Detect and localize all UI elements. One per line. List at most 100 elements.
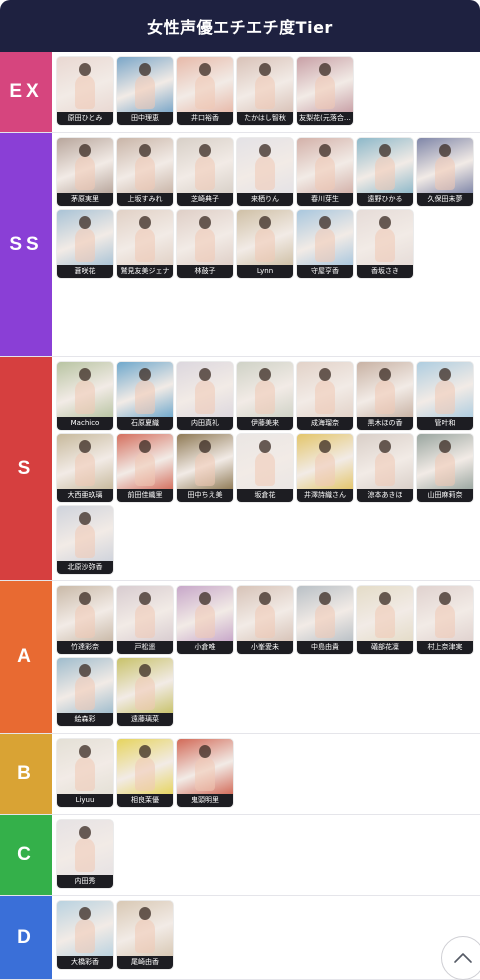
voice-actress-name: 来栖りん — [237, 193, 293, 206]
portrait-figure-head — [79, 368, 91, 381]
portrait-figure-head — [139, 63, 151, 76]
portrait-figure-head — [139, 368, 151, 381]
voice-actress-card[interactable]: 内田秀 — [57, 820, 113, 888]
portrait-figure-body — [375, 380, 395, 414]
voice-actress-card[interactable]: 芝崎典子 — [177, 138, 233, 206]
portrait-figure-body — [195, 452, 215, 486]
portrait-figure-head — [379, 440, 391, 453]
portrait-figure-head — [79, 826, 91, 839]
voice-actress-card[interactable]: 蒼咲花 — [57, 210, 113, 278]
portrait-figure-head — [79, 512, 91, 525]
portrait-figure-body — [375, 452, 395, 486]
portrait-figure-body — [75, 452, 95, 486]
portrait-image — [117, 658, 173, 714]
voice-actress-card[interactable]: 茅原実里 — [57, 138, 113, 206]
scroll-to-top-button[interactable] — [441, 936, 480, 980]
portrait-figure-head — [79, 745, 91, 758]
portrait-figure-body — [435, 156, 455, 190]
voice-actress-card[interactable]: たかはし智秋 — [237, 57, 293, 125]
voice-actress-card[interactable]: 前田佳織里 — [117, 434, 173, 502]
voice-actress-card[interactable]: 久保田未夢 — [417, 138, 473, 206]
voice-actress-card[interactable]: Lynn — [237, 210, 293, 278]
voice-actress-card[interactable]: 石原夏織 — [117, 362, 173, 430]
voice-actress-card[interactable]: 小倉唯 — [177, 586, 233, 654]
tier-items: Liyuu 相良茉優 鬼頭明里 — [52, 734, 480, 814]
voice-actress-card[interactable]: 井澤詩織さん — [297, 434, 353, 502]
voice-actress-card[interactable]: 来栖りん — [237, 138, 293, 206]
voice-actress-card[interactable]: 友梨花(元落合… — [297, 57, 353, 125]
voice-actress-card[interactable]: 春川芽生 — [297, 138, 353, 206]
portrait-figure-body — [255, 75, 275, 109]
voice-actress-name: 礒部花凜 — [357, 641, 413, 654]
voice-actress-name: 田中理恵 — [117, 112, 173, 125]
voice-actress-card[interactable]: 中島由貴 — [297, 586, 353, 654]
voice-actress-name: Lynn — [237, 265, 293, 278]
voice-actress-card[interactable]: 田中理恵 — [117, 57, 173, 125]
voice-actress-card[interactable]: 村上奈津実 — [417, 586, 473, 654]
voice-actress-card[interactable]: 井口裕香 — [177, 57, 233, 125]
voice-actress-card[interactable]: Liyuu — [57, 739, 113, 807]
portrait-image — [57, 138, 113, 194]
portrait-image — [117, 57, 173, 113]
voice-actress-card[interactable]: 内田真礼 — [177, 362, 233, 430]
portrait-figure-body — [135, 676, 155, 710]
portrait-figure-head — [319, 592, 331, 605]
voice-actress-card[interactable]: Machico — [57, 362, 113, 430]
voice-actress-card[interactable]: 香坂さき — [357, 210, 413, 278]
voice-actress-card[interactable]: 涼本あきほ — [357, 434, 413, 502]
voice-actress-card[interactable]: 管叶和 — [417, 362, 473, 430]
voice-actress-name: 井口裕香 — [177, 112, 233, 125]
portrait-figure-body — [135, 228, 155, 262]
portrait-figure-body — [315, 75, 335, 109]
portrait-image — [117, 210, 173, 266]
voice-actress-card[interactable]: 北原沙弥香 — [57, 506, 113, 574]
voice-actress-card[interactable]: 成海瑠奈 — [297, 362, 353, 430]
portrait-image — [177, 434, 233, 490]
tier-items: 内田秀 — [52, 815, 480, 895]
voice-actress-name: 春川芽生 — [297, 193, 353, 206]
voice-actress-card[interactable]: 坂倉花 — [237, 434, 293, 502]
voice-actress-card[interactable]: 尾崎由香 — [117, 901, 173, 969]
voice-actress-card[interactable]: 原田ひとみ — [57, 57, 113, 125]
voice-actress-card[interactable]: 黒木ほの香 — [357, 362, 413, 430]
voice-actress-card[interactable]: 山田麻莉奈 — [417, 434, 473, 502]
voice-actress-card[interactable]: 相良茉優 — [117, 739, 173, 807]
voice-actress-card[interactable]: 小峯愛未 — [237, 586, 293, 654]
portrait-image — [57, 586, 113, 642]
portrait-figure-head — [79, 907, 91, 920]
portrait-figure-head — [439, 592, 451, 605]
voice-actress-card[interactable]: 絵森彩 — [57, 658, 113, 726]
voice-actress-name: 竹達彩奈 — [57, 641, 113, 654]
voice-actress-name: 伊藤美来 — [237, 417, 293, 430]
portrait-figure-body — [75, 919, 95, 953]
portrait-figure-head — [139, 907, 151, 920]
voice-actress-card[interactable]: 遠藤璃菜 — [117, 658, 173, 726]
voice-actress-card[interactable]: 林鼓子 — [177, 210, 233, 278]
voice-actress-card[interactable]: 伊藤美来 — [237, 362, 293, 430]
voice-actress-card[interactable]: 大橋彩香 — [57, 901, 113, 969]
portrait-image — [57, 658, 113, 714]
voice-actress-card[interactable]: 守屋亨香 — [297, 210, 353, 278]
voice-actress-name: 小倉唯 — [177, 641, 233, 654]
voice-actress-name: 井澤詩織さん — [297, 489, 353, 502]
voice-actress-card[interactable]: 上坂すみれ — [117, 138, 173, 206]
portrait-image — [117, 739, 173, 795]
voice-actress-card[interactable]: 鬼頭明里 — [177, 739, 233, 807]
portrait-figure-body — [375, 156, 395, 190]
portrait-figure-head — [259, 144, 271, 157]
voice-actress-card[interactable]: 竹達彩奈 — [57, 586, 113, 654]
tier-list: EX 原田ひとみ 田中理恵 井口裕香 たかはし智秋 友梨花(元落合… SS 茅原実里 上坂すみれ… — [0, 52, 480, 980]
portrait-image — [57, 57, 113, 113]
portrait-figure-head — [259, 216, 271, 229]
voice-actress-card[interactable]: 大西亜玖璃 — [57, 434, 113, 502]
portrait-figure-body — [435, 452, 455, 486]
voice-actress-card[interactable]: 遠野ひかる — [357, 138, 413, 206]
tier-row: A 竹達彩奈 戸松遥 小倉唯 小峯愛未 中島由貴 礒部花凜 村上奈津実 絵森彩 遠藤璃菜 — [0, 581, 480, 734]
voice-actress-card[interactable]: 田中ちえ美 — [177, 434, 233, 502]
voice-actress-card[interactable]: 鷲見友美ジェナ — [117, 210, 173, 278]
tier-row: EX 原田ひとみ 田中理恵 井口裕香 たかはし智秋 友梨花(元落合… — [0, 52, 480, 133]
voice-actress-name: 林鼓子 — [177, 265, 233, 278]
voice-actress-card[interactable]: 戸松遥 — [117, 586, 173, 654]
voice-actress-card[interactable]: 礒部花凜 — [357, 586, 413, 654]
portrait-figure-body — [135, 919, 155, 953]
